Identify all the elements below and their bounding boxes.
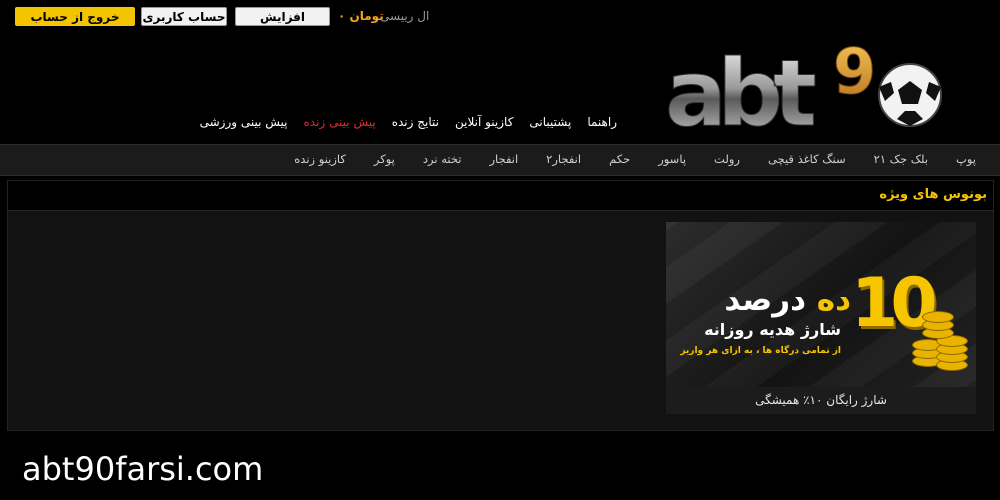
nav-online-casino[interactable]: کازینو آنلاین [455,115,513,129]
logo-graphic: abt 9 [665,35,942,148]
subnav-backgammon[interactable]: تخته نرد [423,152,462,166]
nav-live-results[interactable]: نتایج زنده [392,115,439,129]
site-domain-watermark: abt90farsi.com [22,450,264,488]
banner-heading-suffix: درصد [724,282,806,318]
subnav-roulette[interactable]: رولت [714,152,740,166]
bonus-panel-title: بونوس های ویژه [879,187,987,202]
subnav-poker[interactable]: پوکر [374,152,395,166]
svg-text:abt: abt [665,40,815,135]
bonus-panel-header: بونوس های ویژه [8,181,993,211]
svg-text:9: 9 [833,35,876,108]
banner-subheading: شارژ هدیه روزانه [704,320,841,339]
coins-icon [908,297,970,372]
subnav-hokm[interactable]: حکم [609,152,630,166]
bonus-card[interactable]: ده درصد شارژ هدیه روزانه از تمامی درگاه … [666,222,976,414]
main-nav: پیش بینی ورزشی پیش بینی زنده نتایج زنده … [200,115,617,129]
subnav-crash-2[interactable]: انفجار۲ [546,152,581,166]
subnav-pasur[interactable]: پاسور [658,152,686,166]
logout-button[interactable]: خروج از حساب کاربری [15,7,135,43]
nav-support[interactable]: پشتیبانی [529,115,571,129]
games-subnav: کازینو زنده پوکر تخته نرد انفجار انفجار۲… [0,144,1000,176]
banner-fineprint: از تمامی درگاه ها ، به ازای هر واریز [680,346,841,356]
bonus-panel: بونوس های ویژه ده درصد شارژ هدیه روزانه … [7,180,994,431]
banner-heading: ده درصد [724,280,851,320]
username-text: ال رییسی [380,9,430,23]
nav-guide[interactable]: راهنما [587,115,617,129]
subnav-blackjack[interactable]: بلک جک ۲۱ [874,152,928,166]
subnav-crash[interactable]: انفجار [489,152,518,166]
subnav-rock-paper-scissors[interactable]: سنگ کاغذ قیچی [768,152,846,166]
banner-heading-prefix: ده [816,282,851,318]
bonus-banner[interactable]: ده درصد شارژ هدیه روزانه از تمامی درگاه … [666,222,976,387]
nav-sports-betting[interactable]: پیش بینی ورزشی [200,115,288,129]
deposit-button[interactable]: افزایش موجودی [235,7,330,43]
top-bar: خروج از حساب کاربری حساب کاربری افزایش م… [0,0,1000,43]
subnav-pop[interactable]: پوپ [956,152,976,166]
bonus-card-caption[interactable]: شارژ رایگان ۱۰٪ همیشگی [666,387,976,414]
balance-text: تومان ۰ [338,9,384,23]
site-logo[interactable]: abt 9 [665,35,950,148]
nav-live-betting[interactable]: پیش بینی زنده [304,115,376,129]
account-button[interactable]: حساب کاربری [141,7,227,26]
subnav-live-casino[interactable]: کازینو زنده [294,152,346,166]
